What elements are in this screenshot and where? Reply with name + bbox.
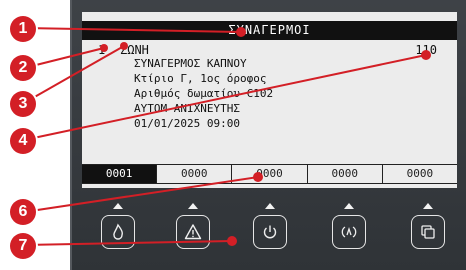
callout-2: 2	[10, 55, 36, 81]
led-indicator	[265, 203, 275, 209]
power-button[interactable]	[253, 215, 287, 249]
led-indicator	[423, 203, 433, 209]
led-indicator	[188, 203, 198, 209]
callout-7: 7	[10, 233, 36, 259]
alarm-detector: ΑΥΤΟΜ-ΑΝΙΧΝΕΥΤΗΣ	[134, 102, 240, 115]
fire-button-group	[93, 203, 143, 249]
pages-icon	[421, 225, 435, 239]
power-button-group	[245, 203, 295, 249]
zone-number: 1	[98, 43, 106, 57]
lcd-screen: ΣΥΝΑΓΕΡΜΟΙ 1 ΖΩΝΗ 110 ΣΥΝΑΓΕΡΜΟΣ ΚΑΠΝΟΥ …	[82, 12, 457, 188]
counter-3: 0000	[232, 165, 308, 183]
signal-button[interactable]	[332, 215, 366, 249]
alarm-type: ΣΥΝΑΓΕΡΜΟΣ ΚΑΠΝΟΥ	[134, 57, 247, 70]
zone-code: 110	[415, 43, 437, 57]
callout-4: 4	[10, 128, 36, 154]
alarm-location: Κτίριο Γ, 1ος όροφος	[134, 72, 267, 85]
led-indicator	[113, 203, 123, 209]
callout-3: 3	[10, 91, 36, 117]
pages-button-group	[403, 203, 453, 249]
callout-1: 1	[10, 16, 36, 42]
counter-bar: 0001 0000 0000 0000 0000	[82, 164, 457, 184]
counter-1: 0001	[82, 165, 158, 183]
signal-button-group	[324, 203, 374, 249]
power-icon	[263, 225, 277, 239]
zone-label: ΖΩΝΗ	[120, 43, 149, 57]
signal-icon	[341, 226, 357, 238]
counter-4: 0000	[308, 165, 383, 183]
warning-icon	[184, 224, 202, 240]
fire-icon	[113, 223, 123, 240]
alarm-timestamp: 01/01/2025 09:00	[134, 117, 240, 130]
screen-title: ΣΥΝΑΓΕΡΜΟΙ	[82, 21, 457, 40]
counter-2: 0000	[157, 165, 233, 183]
pages-button[interactable]	[411, 215, 445, 249]
callout-6: 6	[10, 199, 36, 225]
counter-5: 0000	[406, 167, 434, 180]
warning-button[interactable]	[176, 215, 210, 249]
alarm-room: Αριθμός δωματίου C102	[134, 87, 274, 100]
warning-button-group	[168, 203, 218, 249]
fire-button[interactable]	[101, 215, 135, 249]
led-indicator	[344, 203, 354, 209]
